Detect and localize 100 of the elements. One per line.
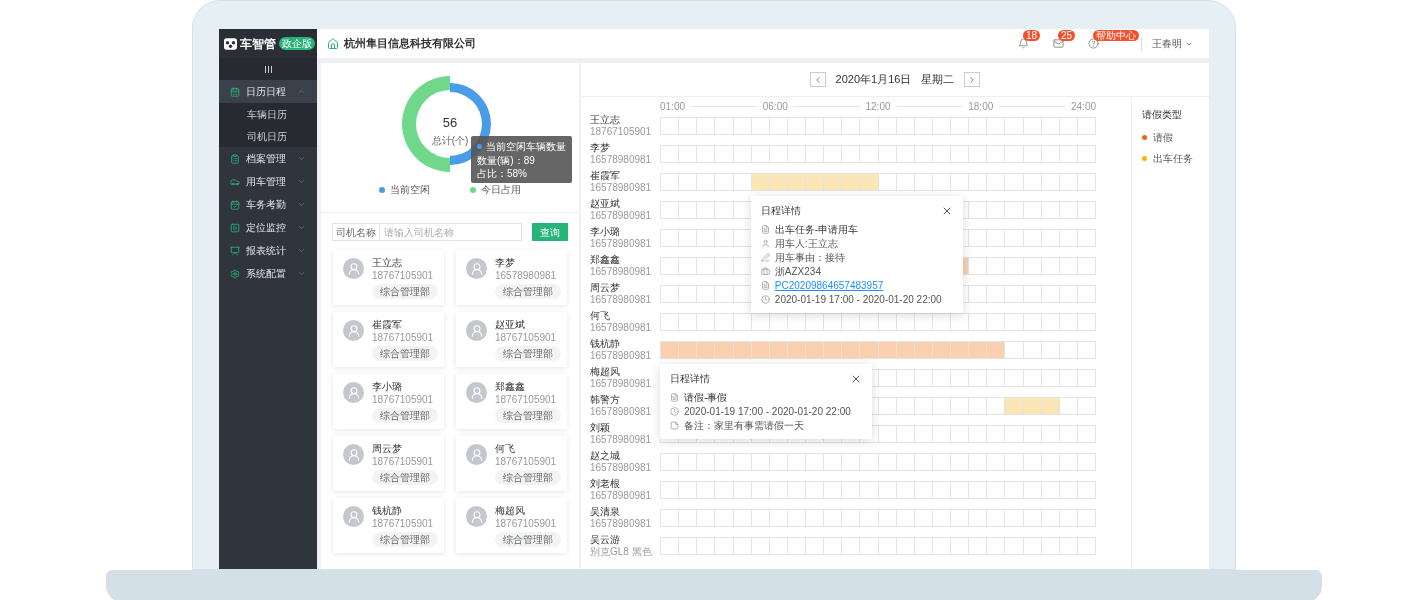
time-slot[interactable] bbox=[715, 538, 734, 555]
time-slot[interactable] bbox=[1005, 146, 1024, 163]
time-slot[interactable] bbox=[987, 454, 1006, 471]
time-slot[interactable] bbox=[697, 258, 716, 275]
time-slot[interactable] bbox=[679, 286, 698, 303]
time-slot[interactable] bbox=[824, 146, 843, 163]
time-slot[interactable] bbox=[661, 118, 680, 135]
time-slot[interactable] bbox=[860, 314, 879, 331]
time-slot[interactable] bbox=[806, 314, 825, 331]
time-slot[interactable] bbox=[679, 258, 698, 275]
next-day-button[interactable] bbox=[964, 72, 981, 87]
time-slot[interactable] bbox=[715, 230, 734, 247]
time-slot[interactable] bbox=[697, 482, 716, 499]
driver-card[interactable]: 李小璐 18767105901 综合管理部 bbox=[333, 374, 444, 429]
time-slot[interactable] bbox=[1005, 118, 1024, 135]
time-slot[interactable] bbox=[842, 482, 861, 499]
time-slot[interactable] bbox=[987, 482, 1006, 499]
sidebar-item[interactable]: 用车管理 bbox=[219, 170, 317, 193]
time-slot[interactable] bbox=[1005, 398, 1024, 415]
time-slot[interactable] bbox=[679, 482, 698, 499]
chevron-icon[interactable] bbox=[297, 223, 306, 232]
time-slot[interactable] bbox=[661, 454, 680, 471]
previous-day-button[interactable] bbox=[809, 72, 826, 87]
time-slot[interactable] bbox=[715, 342, 734, 359]
time-slot[interactable] bbox=[679, 118, 698, 135]
time-slot[interactable] bbox=[969, 286, 988, 303]
time-slot[interactable] bbox=[697, 454, 716, 471]
time-slot[interactable] bbox=[697, 118, 716, 135]
time-slot[interactable] bbox=[969, 510, 988, 527]
time-slot[interactable] bbox=[715, 174, 734, 191]
time-slot[interactable] bbox=[824, 510, 843, 527]
time-slot[interactable] bbox=[951, 538, 970, 555]
time-slot[interactable] bbox=[842, 174, 861, 191]
time-slot[interactable] bbox=[806, 118, 825, 135]
chevron-icon[interactable] bbox=[297, 200, 306, 209]
chevron-icon[interactable] bbox=[297, 154, 306, 163]
time-slot[interactable] bbox=[969, 342, 988, 359]
time-slot[interactable] bbox=[860, 174, 879, 191]
time-slot[interactable] bbox=[697, 146, 716, 163]
time-slot[interactable] bbox=[1005, 174, 1024, 191]
time-slot[interactable] bbox=[806, 510, 825, 527]
time-slot[interactable] bbox=[987, 286, 1006, 303]
time-slot[interactable] bbox=[697, 174, 716, 191]
time-slot[interactable] bbox=[1005, 454, 1024, 471]
time-slot[interactable] bbox=[824, 314, 843, 331]
time-slot[interactable] bbox=[969, 118, 988, 135]
mail-icon[interactable] bbox=[1053, 38, 1064, 49]
menu-icon[interactable] bbox=[264, 65, 272, 73]
time-slot[interactable] bbox=[679, 174, 698, 191]
time-slot[interactable] bbox=[679, 510, 698, 527]
time-slot[interactable] bbox=[1005, 342, 1024, 359]
time-slot[interactable] bbox=[969, 538, 988, 555]
time-slot[interactable] bbox=[860, 118, 879, 135]
time-slot[interactable] bbox=[951, 342, 970, 359]
time-slot[interactable] bbox=[951, 398, 970, 415]
time-slot[interactable] bbox=[661, 174, 680, 191]
driver-card[interactable]: 郑鑫鑫 18767105901 综合管理部 bbox=[456, 374, 567, 429]
time-slot[interactable] bbox=[842, 118, 861, 135]
time-slot[interactable] bbox=[951, 482, 970, 499]
time-slot[interactable] bbox=[969, 314, 988, 331]
time-slot[interactable] bbox=[715, 510, 734, 527]
time-slot[interactable] bbox=[679, 230, 698, 247]
time-slot[interactable] bbox=[679, 538, 698, 555]
time-slot[interactable] bbox=[951, 314, 970, 331]
time-slot[interactable] bbox=[715, 482, 734, 499]
time-slot[interactable] bbox=[1005, 538, 1024, 555]
time-slot[interactable] bbox=[661, 146, 680, 163]
time-slot[interactable] bbox=[661, 510, 680, 527]
time-slot[interactable] bbox=[806, 174, 825, 191]
time-slot[interactable] bbox=[987, 398, 1006, 415]
time-slot[interactable] bbox=[987, 118, 1006, 135]
time-slot[interactable] bbox=[661, 538, 680, 555]
time-slot[interactable] bbox=[715, 118, 734, 135]
time-slot[interactable] bbox=[951, 174, 970, 191]
time-slot[interactable] bbox=[969, 258, 988, 275]
time-slot[interactable] bbox=[697, 286, 716, 303]
time-slot[interactable] bbox=[661, 482, 680, 499]
driver-card[interactable]: 何飞 18767105901 综合管理部 bbox=[456, 436, 567, 491]
time-slot[interactable] bbox=[987, 370, 1006, 387]
time-slot[interactable] bbox=[987, 146, 1006, 163]
time-slot[interactable] bbox=[806, 146, 825, 163]
time-slot[interactable] bbox=[987, 510, 1006, 527]
driver-card[interactable]: 周云梦 18767105901 综合管理部 bbox=[333, 436, 444, 491]
time-slot[interactable] bbox=[824, 342, 843, 359]
sidebar-item[interactable]: 报表统计 bbox=[219, 239, 317, 262]
time-slot[interactable] bbox=[679, 146, 698, 163]
user-menu[interactable]: 王春明 bbox=[1152, 36, 1193, 51]
chevron-icon[interactable] bbox=[297, 246, 306, 255]
time-slot[interactable] bbox=[860, 342, 879, 359]
time-slot[interactable] bbox=[715, 314, 734, 331]
time-slot[interactable] bbox=[1005, 482, 1024, 499]
time-slot[interactable] bbox=[806, 454, 825, 471]
time-slot[interactable] bbox=[1005, 426, 1024, 443]
time-slot[interactable] bbox=[1005, 370, 1024, 387]
time-slot[interactable] bbox=[661, 286, 680, 303]
help-icon[interactable] bbox=[1088, 38, 1099, 49]
time-slot[interactable] bbox=[969, 230, 988, 247]
time-slot[interactable] bbox=[951, 146, 970, 163]
time-slot[interactable] bbox=[951, 370, 970, 387]
time-slot[interactable] bbox=[1005, 202, 1024, 219]
